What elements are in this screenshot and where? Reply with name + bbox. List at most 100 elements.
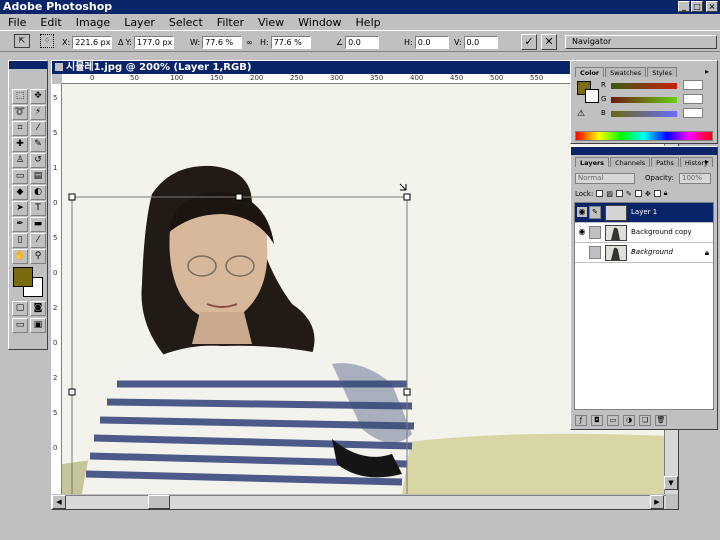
layers-menu-icon[interactable]: ▸	[705, 157, 709, 166]
hidden-eye-icon[interactable]	[577, 247, 587, 257]
red-slider[interactable]	[611, 83, 677, 89]
fullscreen-mode-icon[interactable]: ▣	[30, 318, 46, 333]
history-brush-icon[interactable]: ↺	[30, 153, 46, 168]
pen-tool-icon[interactable]: ✒	[12, 217, 28, 232]
link-slot[interactable]	[589, 226, 601, 239]
color-spectrum-bar[interactable]	[575, 131, 713, 141]
red-value-input[interactable]	[683, 80, 703, 90]
lock-label: Lock:	[575, 189, 594, 198]
menu-image[interactable]: Image	[76, 16, 110, 29]
visibility-eye-icon[interactable]: ◉	[577, 207, 587, 217]
link-slot[interactable]	[589, 246, 601, 259]
blend-mode-select[interactable]: Normal	[575, 173, 635, 184]
layer-style-icon[interactable]: ƒ	[575, 415, 587, 426]
layer-set-icon[interactable]: ▭	[607, 415, 619, 426]
quickmask-mode-icon[interactable]: ◙	[30, 301, 46, 316]
lasso-tool-icon[interactable]: ➰	[12, 105, 28, 120]
brush-tool-icon[interactable]: ✎	[30, 137, 46, 152]
lock-all-checkbox[interactable]	[653, 190, 661, 197]
notes-tool-icon[interactable]: ▯	[12, 233, 28, 248]
close-icon[interactable]: ×	[706, 1, 718, 12]
hand-tool-icon[interactable]: ✋	[12, 249, 28, 264]
menu-filter[interactable]: Filter	[217, 16, 244, 29]
v-skew-input[interactable]: 0.0	[463, 35, 498, 49]
path-select-icon[interactable]: ➤	[12, 201, 28, 216]
y-position-input[interactable]: 177.0 px	[134, 35, 175, 49]
menu-edit[interactable]: Edit	[40, 16, 61, 29]
screen-mode-icon[interactable]: ▭	[12, 318, 28, 333]
angle-input[interactable]: 0.0	[345, 35, 380, 49]
menu-view[interactable]: View	[258, 16, 284, 29]
lock-image-checkbox[interactable]	[615, 190, 623, 197]
foreground-color-swatch[interactable]	[13, 267, 33, 287]
gamut-warning-icon[interactable]: ⚠	[577, 109, 585, 119]
lock-position-checkbox[interactable]	[634, 190, 642, 197]
menu-help[interactable]: Help	[356, 16, 381, 29]
horizontal-scrollbar[interactable]: ◀ ▶	[52, 495, 666, 509]
tab-layers[interactable]: Layers	[575, 157, 610, 167]
menu-select[interactable]: Select	[169, 16, 203, 29]
opacity-input[interactable]: 100%	[679, 173, 711, 184]
active-brush-icon[interactable]: ✎	[589, 206, 601, 219]
marquee-tool-icon[interactable]: ⬚	[12, 89, 28, 104]
commit-transform-button[interactable]: ✓	[521, 34, 537, 50]
healing-brush-icon[interactable]: ✚	[12, 137, 28, 152]
x-position-input[interactable]: 221.6 px	[72, 35, 113, 49]
layer-row-background[interactable]: Background 🔒︎	[575, 243, 713, 263]
slice-tool-icon[interactable]: ⁄	[30, 121, 46, 136]
maximize-icon[interactable]: □	[691, 1, 703, 12]
brush-lock-icon: ✎	[625, 189, 632, 198]
toolbox-titlebar[interactable]	[9, 61, 47, 69]
visibility-eye-icon[interactable]: ◉	[577, 227, 587, 237]
blue-value-input[interactable]	[683, 108, 703, 118]
layer-row-layer-1[interactable]: ◉ ✎ Layer 1	[575, 203, 713, 223]
green-slider[interactable]	[611, 97, 677, 103]
eraser-tool-icon[interactable]: ▭	[12, 169, 28, 184]
panel-background-swatch[interactable]	[585, 89, 599, 103]
height-input[interactable]: 77.6 %	[270, 35, 311, 49]
scroll-down-icon[interactable]: ▼	[664, 476, 678, 490]
blur-tool-icon[interactable]: ◆	[12, 185, 28, 200]
zoom-tool-icon[interactable]: ⚲	[30, 249, 46, 264]
gradient-tool-icon[interactable]: ▤	[30, 169, 46, 184]
tab-paths[interactable]: Paths	[651, 157, 679, 167]
width-input[interactable]: 77.6 %	[202, 35, 243, 49]
trash-icon[interactable]: 🗑︎	[655, 415, 667, 426]
h-skew-input[interactable]: 0.0	[414, 35, 449, 49]
type-tool-icon[interactable]: T	[30, 201, 46, 216]
layer-mask-icon[interactable]: ◘	[591, 415, 603, 426]
menu-file[interactable]: File	[8, 16, 26, 29]
transform-tool-icon[interactable]: ⇱	[14, 34, 30, 48]
adjustment-layer-icon[interactable]: ◑	[623, 415, 635, 426]
link-icon[interactable]: ∞	[246, 35, 253, 49]
tab-channels[interactable]: Channels	[610, 157, 651, 167]
reference-point-icon[interactable]: ⁘	[40, 34, 54, 48]
tab-color[interactable]: Color	[575, 67, 605, 77]
new-layer-icon[interactable]: ❏	[639, 415, 651, 426]
scroll-thumb[interactable]	[148, 495, 170, 509]
navigator-tab[interactable]: Navigator	[565, 35, 717, 49]
scroll-left-icon[interactable]: ◀	[52, 495, 66, 509]
tab-swatches[interactable]: Swatches	[605, 67, 647, 77]
scroll-right-icon[interactable]: ▶	[650, 495, 664, 509]
move-tool-icon[interactable]: ✥	[30, 89, 46, 104]
eyedropper-icon[interactable]: ⁄	[30, 233, 46, 248]
lock-transparency-checkbox[interactable]	[596, 190, 604, 197]
h-skew-field: H: 0.0	[404, 35, 449, 49]
stamp-tool-icon[interactable]: ♙	[12, 153, 28, 168]
dodge-tool-icon[interactable]: ◐	[30, 185, 46, 200]
menu-layer[interactable]: Layer	[124, 16, 155, 29]
tab-styles[interactable]: Styles	[647, 67, 677, 77]
layers-panel-titlebar[interactable]	[571, 147, 717, 155]
standard-mode-icon[interactable]: ▢	[12, 301, 28, 316]
magic-wand-icon[interactable]: ⚡	[30, 105, 46, 120]
layer-row-background-copy[interactable]: ◉ Background copy	[575, 223, 713, 243]
green-value-input[interactable]	[683, 94, 703, 104]
cancel-transform-button[interactable]: ✕	[541, 34, 557, 50]
crop-tool-icon[interactable]: ⌗	[12, 121, 28, 136]
minimize-icon[interactable]: _	[678, 1, 690, 12]
panel-menu-icon[interactable]: ▸	[705, 67, 709, 76]
menu-window[interactable]: Window	[298, 16, 341, 29]
blue-slider[interactable]	[611, 111, 677, 117]
shape-tool-icon[interactable]: ▬	[30, 217, 46, 232]
